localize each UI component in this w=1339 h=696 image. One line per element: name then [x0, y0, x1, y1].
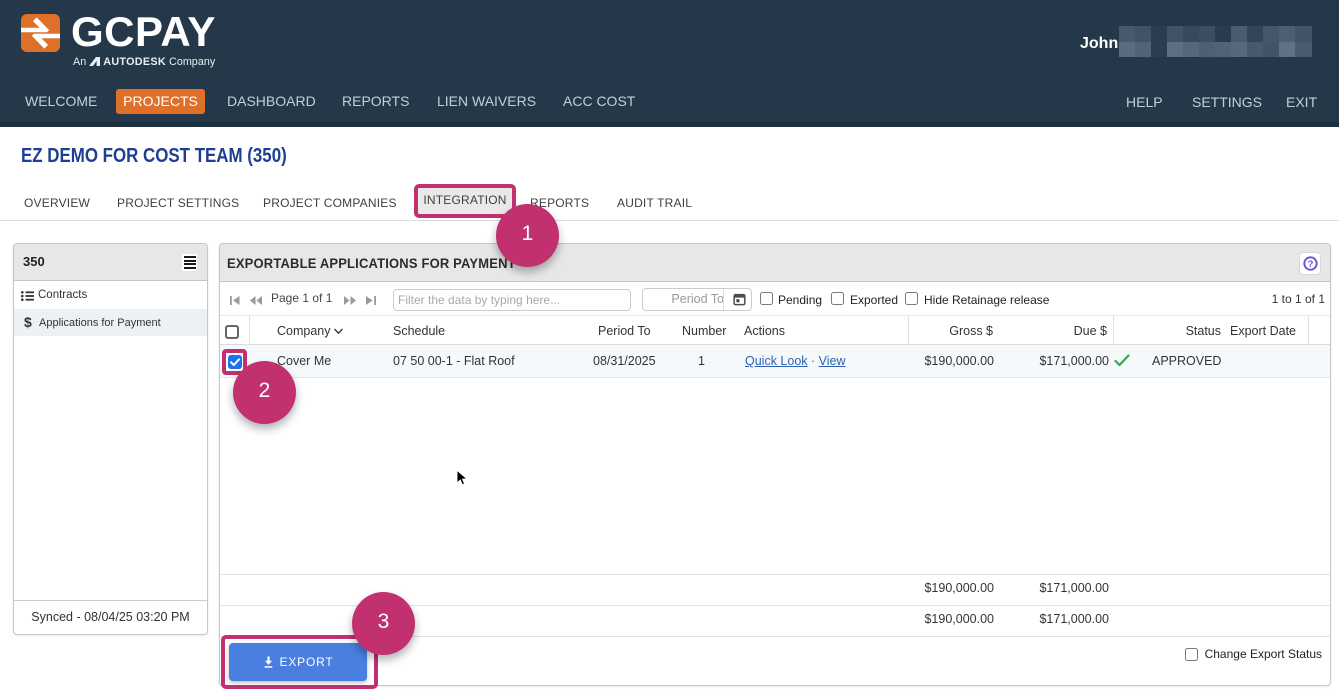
svg-text:?: ?	[1307, 259, 1313, 270]
